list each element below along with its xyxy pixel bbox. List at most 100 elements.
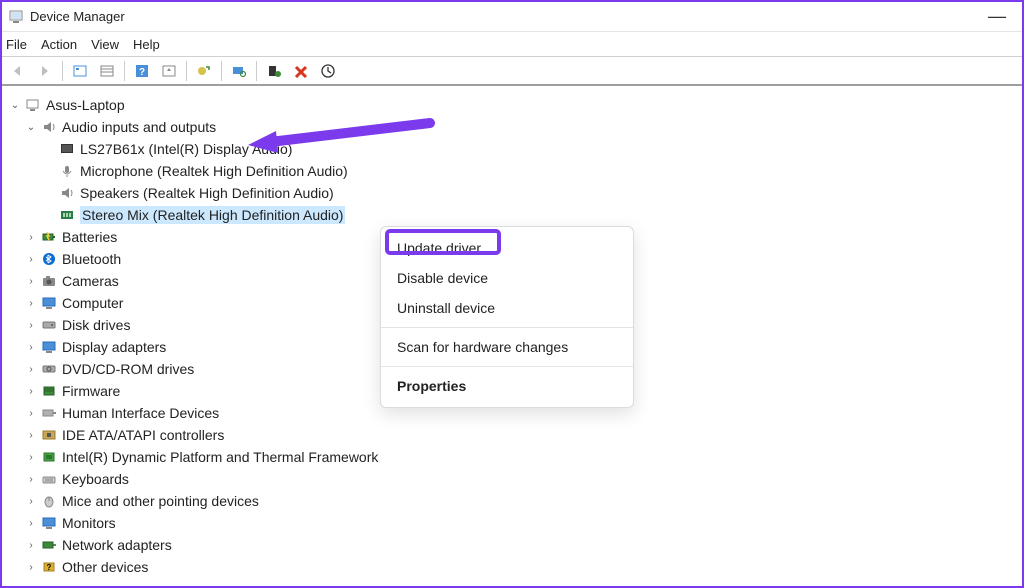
firmware-icon (40, 383, 58, 399)
audio-mixer-icon (58, 207, 76, 223)
toolbar: ? (2, 56, 1022, 86)
bluetooth-icon (40, 251, 58, 267)
chevron-right-icon[interactable]: › (24, 274, 38, 288)
display-audio-icon (58, 141, 76, 157)
chevron-right-icon[interactable]: › (24, 296, 38, 310)
microphone-icon (58, 163, 76, 179)
context-uninstall-device[interactable]: Uninstall device (381, 293, 633, 323)
monitor-icon (40, 515, 58, 531)
network-icon (40, 537, 58, 553)
tree-display-audio-label: LS27B61x (Intel(R) Display Audio) (80, 141, 292, 157)
update-driver-button[interactable] (192, 59, 216, 83)
tree-speakers-label: Speakers (Realtek High Definition Audio) (80, 185, 334, 201)
tree-microphone-label: Microphone (Realtek High Definition Audi… (80, 163, 348, 179)
tree-mice-label: Mice and other pointing devices (62, 493, 259, 509)
mouse-icon (40, 493, 58, 509)
chevron-right-icon[interactable]: › (24, 428, 38, 442)
svg-text:?: ? (139, 67, 145, 78)
tree-cameras-label: Cameras (62, 273, 119, 289)
tree-intel-dptf[interactable]: › Intel(R) Dynamic Platform and Thermal … (6, 446, 1018, 468)
chevron-down-icon[interactable]: ⌄ (24, 120, 38, 134)
tree-mice[interactable]: › Mice and other pointing devices (6, 490, 1018, 512)
tree-dvd-label: DVD/CD-ROM drives (62, 361, 194, 377)
tree-stereo-mix[interactable]: Stereo Mix (Realtek High Definition Audi… (6, 204, 1018, 226)
tree-intel-dptf-label: Intel(R) Dynamic Platform and Thermal Fr… (62, 449, 378, 465)
battery-icon (40, 229, 58, 245)
menubar: File Action View Help (2, 32, 1022, 56)
chevron-right-icon[interactable]: › (24, 450, 38, 464)
chevron-right-icon[interactable]: › (24, 516, 38, 530)
system-device-icon (40, 449, 58, 465)
tree-monitors[interactable]: › Monitors (6, 512, 1018, 534)
tree-stereo-mix-label: Stereo Mix (Realtek High Definition Audi… (80, 206, 345, 224)
chevron-right-icon[interactable]: › (24, 472, 38, 486)
display-adapter-icon (40, 339, 58, 355)
menu-action[interactable]: Action (41, 37, 77, 52)
keyboard-icon (40, 471, 58, 487)
uninstall-device-button[interactable] (289, 59, 313, 83)
menu-file[interactable]: File (6, 37, 27, 52)
tree-other-label: Other devices (62, 559, 148, 575)
tree-network[interactable]: › Network adapters (6, 534, 1018, 556)
context-scan-hardware[interactable]: Scan for hardware changes (381, 332, 633, 362)
device-manager-icon (8, 9, 24, 25)
tree-disk-drives-label: Disk drives (62, 317, 130, 333)
back-button[interactable] (6, 59, 30, 83)
disk-drive-icon (40, 317, 58, 333)
chevron-right-icon[interactable]: › (24, 252, 38, 266)
tree-ide-label: IDE ATA/ATAPI controllers (62, 427, 224, 443)
chevron-right-icon[interactable]: › (24, 494, 38, 508)
tree-monitors-label: Monitors (62, 515, 116, 531)
tree-firmware-label: Firmware (62, 383, 120, 399)
context-disable-device[interactable]: Disable device (381, 263, 633, 293)
properties-button[interactable] (95, 59, 119, 83)
tree-computer-label: Computer (62, 295, 123, 311)
ide-controller-icon (40, 427, 58, 443)
tree-keyboards[interactable]: › Keyboards (6, 468, 1018, 490)
tree-audio-label: Audio inputs and outputs (62, 119, 216, 135)
enable-device-button[interactable] (262, 59, 286, 83)
computer-icon (24, 97, 42, 113)
menu-view[interactable]: View (91, 37, 119, 52)
tree-audio[interactable]: ⌄ Audio inputs and outputs (6, 116, 1018, 138)
chevron-right-icon[interactable]: › (24, 362, 38, 376)
tree-microphone[interactable]: Microphone (Realtek High Definition Audi… (6, 160, 1018, 182)
action-button[interactable] (157, 59, 181, 83)
chevron-right-icon[interactable]: › (24, 318, 38, 332)
context-menu: Update driver Disable device Uninstall d… (380, 226, 634, 408)
show-hidden-button[interactable] (68, 59, 92, 83)
tree-ide[interactable]: › IDE ATA/ATAPI controllers (6, 424, 1018, 446)
menu-divider (381, 366, 633, 367)
computer-icon (40, 295, 58, 311)
context-update-driver[interactable]: Update driver (381, 233, 633, 263)
tree-display-audio[interactable]: LS27B61x (Intel(R) Display Audio) (6, 138, 1018, 160)
speaker-icon (40, 119, 58, 135)
tree-speakers[interactable]: Speakers (Realtek High Definition Audio) (6, 182, 1018, 204)
chevron-right-icon[interactable]: › (24, 406, 38, 420)
menu-divider (381, 327, 633, 328)
tree-display-adapters-label: Display adapters (62, 339, 166, 355)
dvd-drive-icon (40, 361, 58, 377)
chevron-right-icon[interactable]: › (24, 230, 38, 244)
chevron-down-icon[interactable]: ⌄ (8, 98, 22, 112)
context-properties[interactable]: Properties (381, 371, 633, 401)
hid-icon (40, 405, 58, 421)
forward-button[interactable] (33, 59, 57, 83)
menu-help[interactable]: Help (133, 37, 160, 52)
scan-hardware-button[interactable] (227, 59, 251, 83)
minimize-button[interactable]: — (978, 6, 1016, 27)
tree-keyboards-label: Keyboards (62, 471, 129, 487)
window-title: Device Manager (30, 9, 125, 24)
tree-root-label: Asus-Laptop (46, 97, 125, 113)
chevron-right-icon[interactable]: › (24, 560, 38, 574)
help-button[interactable]: ? (130, 59, 154, 83)
chevron-right-icon[interactable]: › (24, 340, 38, 354)
chevron-right-icon[interactable]: › (24, 538, 38, 552)
titlebar: Device Manager — (2, 2, 1022, 32)
disable-device-button[interactable] (316, 59, 340, 83)
tree-hid-label: Human Interface Devices (62, 405, 219, 421)
chevron-right-icon[interactable]: › (24, 384, 38, 398)
tree-batteries-label: Batteries (62, 229, 117, 245)
tree-root[interactable]: ⌄ Asus-Laptop (6, 94, 1018, 116)
tree-other[interactable]: › ? Other devices (6, 556, 1018, 578)
